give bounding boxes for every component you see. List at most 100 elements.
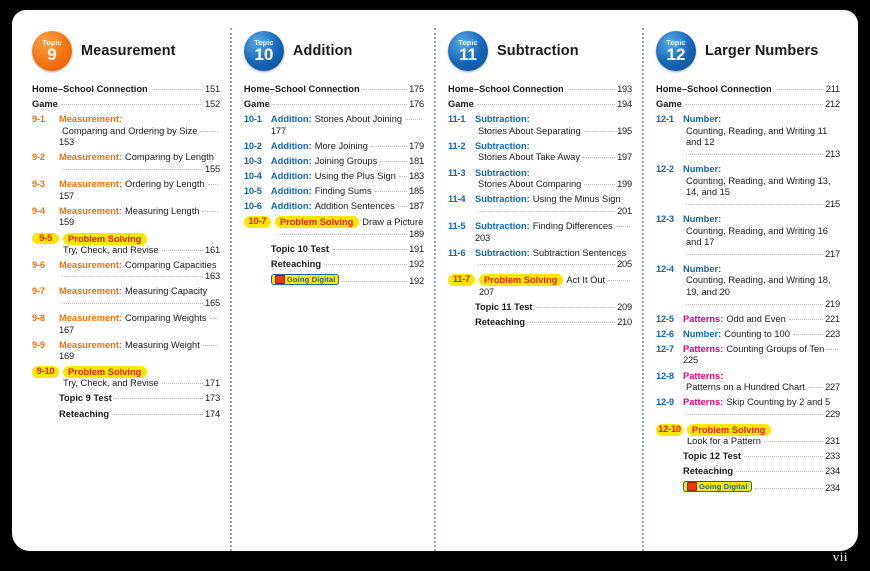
subject-label: Patterns: — [683, 343, 724, 354]
entry-text: Skip Counting by 2 and 5 — [726, 397, 831, 408]
lesson-entry[interactable]: 9-9 Measurement: Measuring Weight 169 — [32, 340, 220, 363]
lesson-entry[interactable]: 12-4 Number: Counting, Reading, and Writin… — [656, 264, 840, 310]
lesson-number: 9-5 — [32, 232, 59, 245]
going-digital-badge[interactable]: Going Digital — [270, 274, 340, 286]
lesson-entry[interactable]: 9-2 Measurement: Comparing by Length 155 — [32, 152, 220, 175]
page-number: 159 — [59, 217, 74, 228]
lesson-entry[interactable]: 11-4 Subtraction: Using the Minus Sign 201 — [448, 194, 632, 217]
page-number: 223 — [825, 328, 840, 339]
lesson-entry[interactable]: 10-6 Addition: Addition Sentences 187 — [244, 201, 424, 213]
toc-entry[interactable]: Game 152 — [32, 99, 220, 111]
lesson-entry[interactable]: 11-2 Subtraction: Stories About Take Away 1… — [448, 141, 632, 164]
lesson-entry[interactable]: 12-3 Number: Counting, Reading, and Writin… — [656, 214, 840, 260]
entry-text-block: Game 212 — [656, 99, 840, 111]
toc-entry[interactable]: Topic 10 Test 191 — [244, 244, 424, 256]
lesson-entry[interactable]: 9-4 Measurement: Measuring Length 159 — [32, 206, 220, 229]
lesson-entry[interactable]: 9-1 Measurement: Comparing and Ordering by… — [32, 114, 220, 149]
entry-text-block: Subtraction: Finding Differences 203 — [475, 221, 632, 244]
entry-text-block: Reteaching 234 — [683, 466, 840, 478]
toc-entry[interactable]: Game 176 — [244, 99, 424, 111]
page-number: 234 — [825, 466, 840, 477]
page-number: 212 — [825, 99, 840, 110]
lesson-entry[interactable]: 12-8 Patterns: Patterns on a Hundred Chart… — [656, 371, 840, 394]
leader-dots — [114, 398, 203, 400]
lesson-entry[interactable]: 11-6 Subtraction: Subtraction Sentences 205 — [448, 248, 632, 271]
topic-header: Topic 12 Larger Numbers — [656, 28, 840, 74]
toc-entry[interactable]: Game 212 — [656, 99, 840, 111]
toc-entry[interactable]: Reteaching 234 — [656, 466, 840, 478]
lesson-entry[interactable]: 11-3 Subtraction: Stories About Comparing 1… — [448, 168, 632, 191]
entry-text-block: Problem Solving Look for a Pattern 231 — [687, 423, 840, 448]
entry-text-block: Subtraction: Stories About Take Away 197 — [475, 141, 632, 164]
leader-dots — [476, 104, 616, 106]
toc-entry[interactable]: Reteaching 192 — [244, 259, 424, 271]
entry-text: Finding Differences — [532, 220, 613, 231]
lesson-entry[interactable]: 9-7 Measurement: Measuring Capacity 165 — [32, 286, 220, 309]
lesson-list: Home–School Connection 193 Game 194 11-1 Subt… — [448, 84, 632, 329]
leader-dots — [202, 210, 218, 212]
lesson-entry[interactable]: 10-3 Addition: Joining Groups 181 — [244, 156, 424, 168]
entry-text-block: Measurement: Measuring Capacity 165 — [59, 286, 220, 309]
page-number: 177 — [270, 125, 286, 136]
lesson-entry[interactable]: 12-7 Patterns: Counting Groups of Ten 225 — [656, 344, 840, 367]
leader-dots — [370, 145, 408, 147]
lesson-entry[interactable]: 12-1 Number: Counting, Reading, and Writin… — [656, 114, 840, 160]
lesson-number: 10-4 — [243, 171, 262, 182]
page-number: 183 — [409, 171, 424, 182]
going-digital-entry[interactable]: Going Digital 192 — [244, 274, 424, 288]
problem-solving-entry[interactable]: 12-10 Problem Solving Look for a Pattern 23… — [656, 423, 840, 448]
toc-entry[interactable]: Game 194 — [448, 99, 632, 111]
leader-dots — [380, 160, 408, 162]
subject-label: Subtraction: — [475, 194, 530, 205]
page-number: 185 — [409, 186, 424, 197]
toc-entry[interactable]: Home–School Connection 151 — [32, 84, 220, 96]
subject-label: Addition: — [270, 155, 312, 166]
problem-solving-entry[interactable]: 11-7 Problem Solving Act It Out 207 — [448, 274, 632, 298]
entry-label: Game — [656, 99, 682, 110]
entry-text-block: Reteaching 174 — [59, 409, 220, 421]
lesson-entry[interactable]: 9-3 Measurement: Ordering by Length 157 — [32, 179, 220, 202]
toc-entry[interactable]: Reteaching 174 — [32, 409, 220, 421]
page-number: 233 — [825, 451, 840, 462]
lesson-entry[interactable]: 12-5 Patterns: Odd and Even 221 — [656, 314, 840, 326]
lesson-number: 9-1 — [32, 114, 45, 125]
lesson-entry[interactable]: 9-8 Measurement: Comparing Weights 167 — [32, 313, 220, 336]
entry-text-block: Subtraction: Subtraction Sentences 205 — [475, 248, 632, 271]
toc-entry[interactable]: Topic 9 Test 173 — [32, 393, 220, 405]
lesson-entry[interactable]: 9-6 Measurement: Comparing Capacities 163 — [32, 260, 220, 283]
lesson-entry[interactable]: 10-5 Addition: Finding Sums 185 — [244, 186, 424, 198]
computer-icon — [274, 275, 285, 285]
lesson-entry[interactable]: 11-1 Subtraction: Stories About Separating… — [448, 114, 632, 137]
lesson-entry[interactable]: 11-5 Subtraction: Finding Differences 203 — [448, 221, 632, 244]
page-number: 211 — [825, 84, 840, 94]
leader-dots — [788, 318, 824, 320]
problem-solving-entry[interactable]: 9-10 Problem Solving Try, Check, and Revis… — [32, 366, 220, 390]
lesson-entry[interactable]: 12-2 Number: Counting, Reading, and Writin… — [656, 164, 840, 210]
page-number: 181 — [409, 155, 424, 166]
lesson-entry[interactable]: 12-9 Patterns: Skip Counting by 2 and 5 229 — [656, 397, 840, 420]
lesson-entry[interactable]: 12-6 Number: Counting to 100 223 — [656, 329, 840, 341]
entry-label: Topic 10 Test — [270, 244, 329, 255]
toc-entry[interactable]: Reteaching 210 — [448, 317, 632, 329]
lesson-entry[interactable]: 10-1 Addition: Stories About Joining 177 — [244, 114, 424, 137]
going-digital-entry[interactable]: Going Digital 234 — [656, 481, 840, 495]
lesson-entry[interactable]: 10-4 Addition: Using the Plus Sign 183 — [244, 171, 424, 183]
problem-solving-entry[interactable]: 9-5 Problem Solving Try, Check, and Revise… — [32, 232, 220, 257]
toc-entry[interactable]: Topic 11 Test 209 — [448, 302, 632, 314]
toc-entry[interactable]: Home–School Connection 193 — [448, 84, 632, 96]
problem-solving-entry[interactable]: 10-7 Problem Solving Draw a Picture 189 — [243, 216, 424, 240]
entry-text-block: Problem Solving Draw a Picture 189 — [274, 216, 424, 240]
toc-entry[interactable]: Topic 12 Test 233 — [656, 451, 840, 463]
leader-dots — [608, 280, 630, 282]
leader-dots — [112, 413, 203, 415]
lesson-number: 10-3 — [243, 155, 262, 166]
toc-entry[interactable]: Home–School Connection 175 — [244, 84, 424, 96]
page-number: 191 — [409, 244, 424, 255]
lesson-number: 10-2 — [243, 140, 262, 151]
toc-entry[interactable]: Home–School Connection 211 — [656, 84, 840, 96]
lesson-entry[interactable]: 10-2 Addition: More Joining 179 — [244, 141, 424, 153]
page-number: 209 — [617, 302, 632, 312]
going-digital-badge[interactable]: Going Digital — [683, 481, 752, 493]
entry-text: Measuring Length — [125, 205, 200, 216]
entry-text-block: Number: Counting to 100 223 — [683, 329, 840, 341]
